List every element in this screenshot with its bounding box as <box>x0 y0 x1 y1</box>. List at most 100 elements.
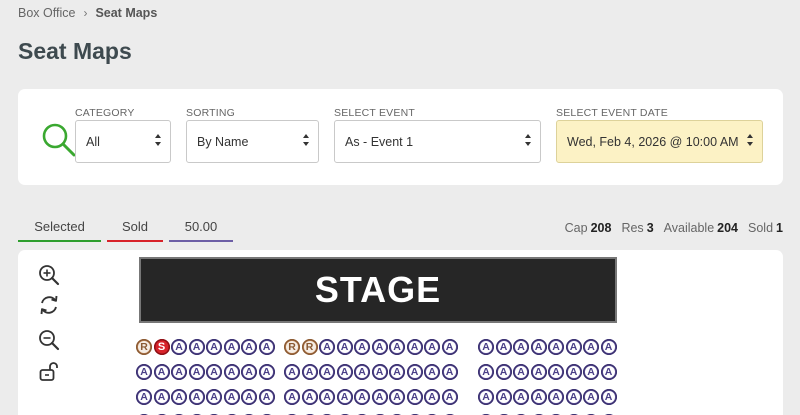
seat-available[interactable]: A <box>548 364 564 380</box>
seat-available[interactable]: A <box>600 364 617 380</box>
seat-available[interactable]: A <box>530 339 547 355</box>
seat-available[interactable]: A <box>258 389 275 405</box>
seat-available[interactable]: A <box>301 364 318 380</box>
seat-available[interactable]: A <box>600 339 617 355</box>
seat-available[interactable]: A <box>258 364 275 380</box>
seat-available[interactable]: A <box>441 339 458 355</box>
seat-available[interactable]: A <box>223 364 240 380</box>
seat-available[interactable]: A <box>241 364 257 380</box>
seat-available[interactable]: A <box>223 389 240 405</box>
seat-available[interactable]: A <box>206 389 222 405</box>
category-select[interactable]: All <box>75 120 171 163</box>
legend-sold[interactable]: Sold <box>107 219 163 242</box>
seat-available[interactable]: A <box>406 364 423 380</box>
seat-available[interactable]: A <box>206 364 222 380</box>
seat-code: A <box>173 366 185 378</box>
seat-available[interactable]: A <box>354 364 370 380</box>
seat-available[interactable]: A <box>389 364 405 380</box>
event-select[interactable]: As - Event 1 <box>334 120 541 163</box>
seat-available[interactable]: A <box>188 339 205 355</box>
sorting-label: SORTING <box>186 107 236 119</box>
seat-available[interactable]: A <box>495 364 512 380</box>
seat-available[interactable]: A <box>389 339 405 355</box>
event-date-select[interactable]: Wed, Feb 4, 2026 @ 10:00 AM <box>556 120 763 163</box>
seat-available[interactable]: A <box>513 364 529 380</box>
seat-available[interactable]: A <box>284 389 300 405</box>
seat-available[interactable]: A <box>424 389 440 405</box>
seat-available[interactable]: A <box>171 364 187 380</box>
seat-available[interactable]: A <box>284 364 300 380</box>
seat-available[interactable]: A <box>319 339 335 355</box>
seat-code: A <box>532 391 545 403</box>
seat-available[interactable]: A <box>371 389 388 405</box>
seat-available[interactable]: A <box>565 389 582 405</box>
seat-available[interactable]: A <box>583 339 599 355</box>
event-date-value: Wed, Feb 4, 2026 @ 10:00 AM <box>567 134 739 149</box>
legend-selected[interactable]: Selected <box>18 219 101 242</box>
seat-available[interactable]: A <box>406 339 423 355</box>
seat-code: A <box>225 366 238 378</box>
seat-available[interactable]: A <box>206 339 222 355</box>
seat-available[interactable]: A <box>548 389 564 405</box>
legend-price[interactable]: 50.00 <box>169 219 233 242</box>
seat-available[interactable]: A <box>241 339 257 355</box>
breadcrumb-box-office[interactable]: Box Office <box>18 6 75 20</box>
seat-available[interactable]: A <box>136 389 152 405</box>
event-date-field: SELECT EVENT DATE Wed, Feb 4, 2026 @ 10:… <box>556 107 763 163</box>
seat-available[interactable]: A <box>495 389 512 405</box>
seat-available[interactable]: A <box>319 364 335 380</box>
seat-available[interactable]: A <box>153 389 170 405</box>
seat-available[interactable]: A <box>336 339 353 355</box>
seat-available[interactable]: A <box>565 339 582 355</box>
seat-available[interactable]: A <box>583 389 599 405</box>
seat-available[interactable]: A <box>478 339 494 355</box>
seat-available[interactable]: A <box>241 389 257 405</box>
sorting-select[interactable]: By Name <box>186 120 319 163</box>
seat-available[interactable]: A <box>171 389 187 405</box>
seat-available[interactable]: A <box>389 389 405 405</box>
seat-available[interactable]: A <box>258 339 275 355</box>
seat-available[interactable]: A <box>188 364 205 380</box>
seat-available[interactable]: A <box>478 364 494 380</box>
seat-available[interactable]: A <box>600 389 617 405</box>
seat-available[interactable]: A <box>171 339 187 355</box>
seat-available[interactable]: A <box>583 364 599 380</box>
seat-available[interactable]: A <box>530 364 547 380</box>
seat-code: A <box>338 391 351 403</box>
seat-code: A <box>208 366 220 378</box>
seat-available[interactable]: A <box>424 339 440 355</box>
seat-available[interactable]: A <box>513 389 529 405</box>
seat-available[interactable]: A <box>223 339 240 355</box>
seat-available[interactable]: A <box>495 339 512 355</box>
seat-available[interactable]: A <box>136 364 152 380</box>
seat-sold[interactable]: S <box>153 339 170 355</box>
seat-available[interactable]: A <box>441 389 458 405</box>
seat-available[interactable]: A <box>371 339 388 355</box>
seat-available[interactable]: A <box>565 364 582 380</box>
seat-reserved[interactable]: R <box>301 339 318 355</box>
seat-available[interactable]: A <box>530 389 547 405</box>
seat-available[interactable]: A <box>548 339 564 355</box>
unlock-icon[interactable] <box>38 360 60 382</box>
seat-available[interactable]: A <box>153 364 170 380</box>
seat-reserved[interactable]: R <box>136 339 152 355</box>
seat-available[interactable]: A <box>371 364 388 380</box>
seat-available[interactable]: A <box>478 389 494 405</box>
seat-code: A <box>373 366 386 378</box>
seat-reserved[interactable]: R <box>284 339 300 355</box>
zoom-out-icon[interactable] <box>38 329 60 351</box>
seat-available[interactable]: A <box>301 389 318 405</box>
seat-available[interactable]: A <box>441 364 458 380</box>
seat-available[interactable]: A <box>319 389 335 405</box>
seat-available[interactable]: A <box>336 389 353 405</box>
seat-available[interactable]: A <box>424 364 440 380</box>
zoom-in-icon[interactable] <box>38 264 60 286</box>
seat-available[interactable]: A <box>188 389 205 405</box>
seat-available[interactable]: A <box>336 364 353 380</box>
refresh-icon[interactable] <box>38 294 60 316</box>
seat-available[interactable]: A <box>354 339 370 355</box>
seat-available[interactable]: A <box>354 389 370 405</box>
seat-available[interactable]: A <box>513 339 529 355</box>
seat-code: A <box>321 341 333 353</box>
seat-available[interactable]: A <box>406 389 423 405</box>
